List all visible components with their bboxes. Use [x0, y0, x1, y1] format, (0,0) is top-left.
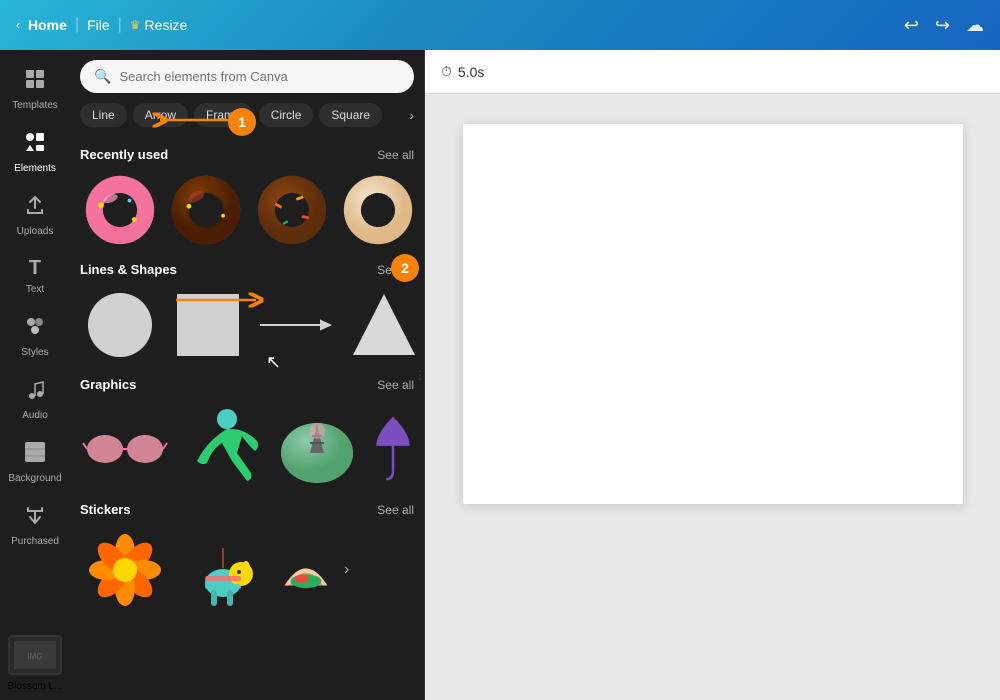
home-button[interactable]: Home: [28, 17, 67, 33]
templates-icon: [24, 68, 46, 96]
sidebar-item-text[interactable]: T Text: [0, 247, 70, 305]
cloud-save-button[interactable]: ☁: [966, 15, 984, 36]
chip-line[interactable]: Line: [80, 103, 127, 127]
graphics-see-all[interactable]: See all: [377, 378, 414, 392]
recently-used-row: ›: [80, 170, 414, 250]
chips-row: Line Arrow Frame Circle Square ›: [70, 99, 424, 135]
topbar: ‹ Home | File | ♛ Resize ↩ ↪ ☁: [0, 0, 1000, 50]
shape-arrow[interactable]: ↖: [256, 285, 336, 365]
sidebar-item-styles[interactable]: Styles: [0, 305, 70, 368]
elements-panel: 1 🔍 Line Arrow Frame Circle Square ›: [70, 50, 425, 700]
shape-triangle[interactable]: [344, 285, 424, 365]
lines-shapes-header: Lines & Shapes See all: [80, 262, 414, 277]
sidebar-item-audio[interactable]: Audio: [0, 368, 70, 431]
canvas-area: ⏱ 5.0s: [425, 50, 1000, 700]
shape-square[interactable]: [168, 285, 248, 365]
resize-dots: ⋮: [414, 368, 425, 382]
svg-text:IMG: IMG: [27, 652, 42, 661]
redo-button[interactable]: ↪: [935, 15, 950, 36]
graphics-title: Graphics: [80, 377, 136, 392]
blossom-thumbnail[interactable]: IMG: [8, 635, 62, 675]
lines-shapes-section: Lines & Shapes See all 2: [80, 262, 414, 365]
audio-label: Audio: [22, 410, 48, 421]
canvas-main[interactable]: [425, 94, 1000, 700]
elements-label: Elements: [14, 163, 56, 174]
canvas-time-display: ⏱ 5.0s: [441, 63, 484, 80]
graphic-glasses[interactable]: [80, 400, 170, 490]
graphic-globe[interactable]: [272, 400, 362, 490]
sticker-flower[interactable]: [80, 525, 170, 615]
main-area: Templates Elements Uploads: [0, 50, 1000, 700]
donut-item-4[interactable]: [338, 170, 418, 250]
search-icon: 🔍: [94, 68, 111, 85]
stickers-scroll-right[interactable]: ›: [344, 561, 349, 579]
text-icon: T: [29, 257, 41, 280]
stickers-header: Stickers See all: [80, 502, 414, 517]
purchased-label: Purchased: [11, 536, 59, 547]
recently-used-title: Recently used: [80, 147, 168, 162]
donut-item-3[interactable]: [252, 170, 332, 250]
sidebar-item-templates[interactable]: Templates: [0, 58, 70, 121]
blossom-label: Blossom L...: [7, 681, 62, 692]
panel-resize-handle[interactable]: ⋮: [416, 50, 424, 700]
canvas-page[interactable]: [463, 124, 963, 504]
chips-scroll-right[interactable]: ›: [409, 107, 414, 123]
recently-used-see-all[interactable]: See all: [377, 148, 414, 162]
graphics-header: Graphics See all: [80, 377, 414, 392]
undo-button[interactable]: ↩: [904, 15, 919, 36]
file-button[interactable]: File: [87, 17, 110, 33]
chip-circle[interactable]: Circle: [259, 103, 314, 127]
styles-label: Styles: [21, 347, 48, 358]
graphic-umbrella[interactable]: [368, 400, 418, 490]
audio-icon: [24, 378, 46, 406]
sidebar: Templates Elements Uploads: [0, 50, 70, 700]
resize-label: Resize: [145, 17, 188, 33]
graphic-person[interactable]: [176, 400, 266, 490]
stickers-see-all[interactable]: See all: [377, 503, 414, 517]
back-icon[interactable]: ‹: [16, 18, 20, 32]
separator: |: [75, 16, 79, 34]
recently-used-header: Recently used See all: [80, 147, 414, 162]
shapes-row: ↖ ›: [80, 285, 414, 365]
crown-icon: ♛: [130, 18, 141, 32]
styles-icon: [24, 315, 46, 343]
shape-circle[interactable]: [80, 285, 160, 365]
donut-item-1[interactable]: [80, 170, 160, 250]
cursor-icon: ↖: [266, 352, 281, 373]
chip-frame[interactable]: Frame: [194, 103, 253, 127]
resize-button[interactable]: ♛ Resize: [130, 17, 188, 33]
graphics-row: ›: [80, 400, 414, 490]
time-value: 5.0s: [458, 64, 484, 80]
sidebar-item-elements[interactable]: Elements: [0, 121, 70, 184]
sticker-taco[interactable]: [276, 525, 336, 615]
sticker-pinata[interactable]: [178, 525, 268, 615]
donut-item-2[interactable]: [166, 170, 246, 250]
purchased-icon: [24, 504, 46, 532]
sidebar-item-background[interactable]: Background: [0, 431, 70, 494]
stickers-row: ›: [80, 525, 414, 615]
sidebar-item-uploads[interactable]: Uploads: [0, 184, 70, 247]
chip-square[interactable]: Square: [319, 103, 382, 127]
background-icon: [24, 441, 46, 469]
stickers-title: Stickers: [80, 502, 131, 517]
panel-scroll-area[interactable]: Recently used See all: [70, 135, 424, 700]
uploads-icon: [24, 194, 46, 222]
text-label: Text: [26, 284, 44, 295]
canvas-toolbar: ⏱ 5.0s: [425, 50, 1000, 94]
templates-label: Templates: [12, 100, 58, 111]
search-input[interactable]: [119, 69, 400, 84]
elements-icon: [24, 131, 46, 159]
home-label: Home: [28, 17, 67, 33]
search-bar[interactable]: 🔍: [80, 60, 414, 93]
lines-shapes-title: Lines & Shapes: [80, 262, 177, 277]
sidebar-bottom: IMG Blossom L...: [0, 629, 70, 700]
clock-icon: ⏱: [441, 63, 452, 80]
lines-shapes-see-all[interactable]: See all: [377, 263, 414, 277]
separator2: |: [118, 16, 122, 34]
background-label: Background: [8, 473, 61, 484]
uploads-label: Uploads: [17, 226, 54, 237]
chip-arrow[interactable]: Arrow: [133, 103, 188, 127]
sidebar-item-purchased[interactable]: Purchased: [0, 494, 70, 557]
